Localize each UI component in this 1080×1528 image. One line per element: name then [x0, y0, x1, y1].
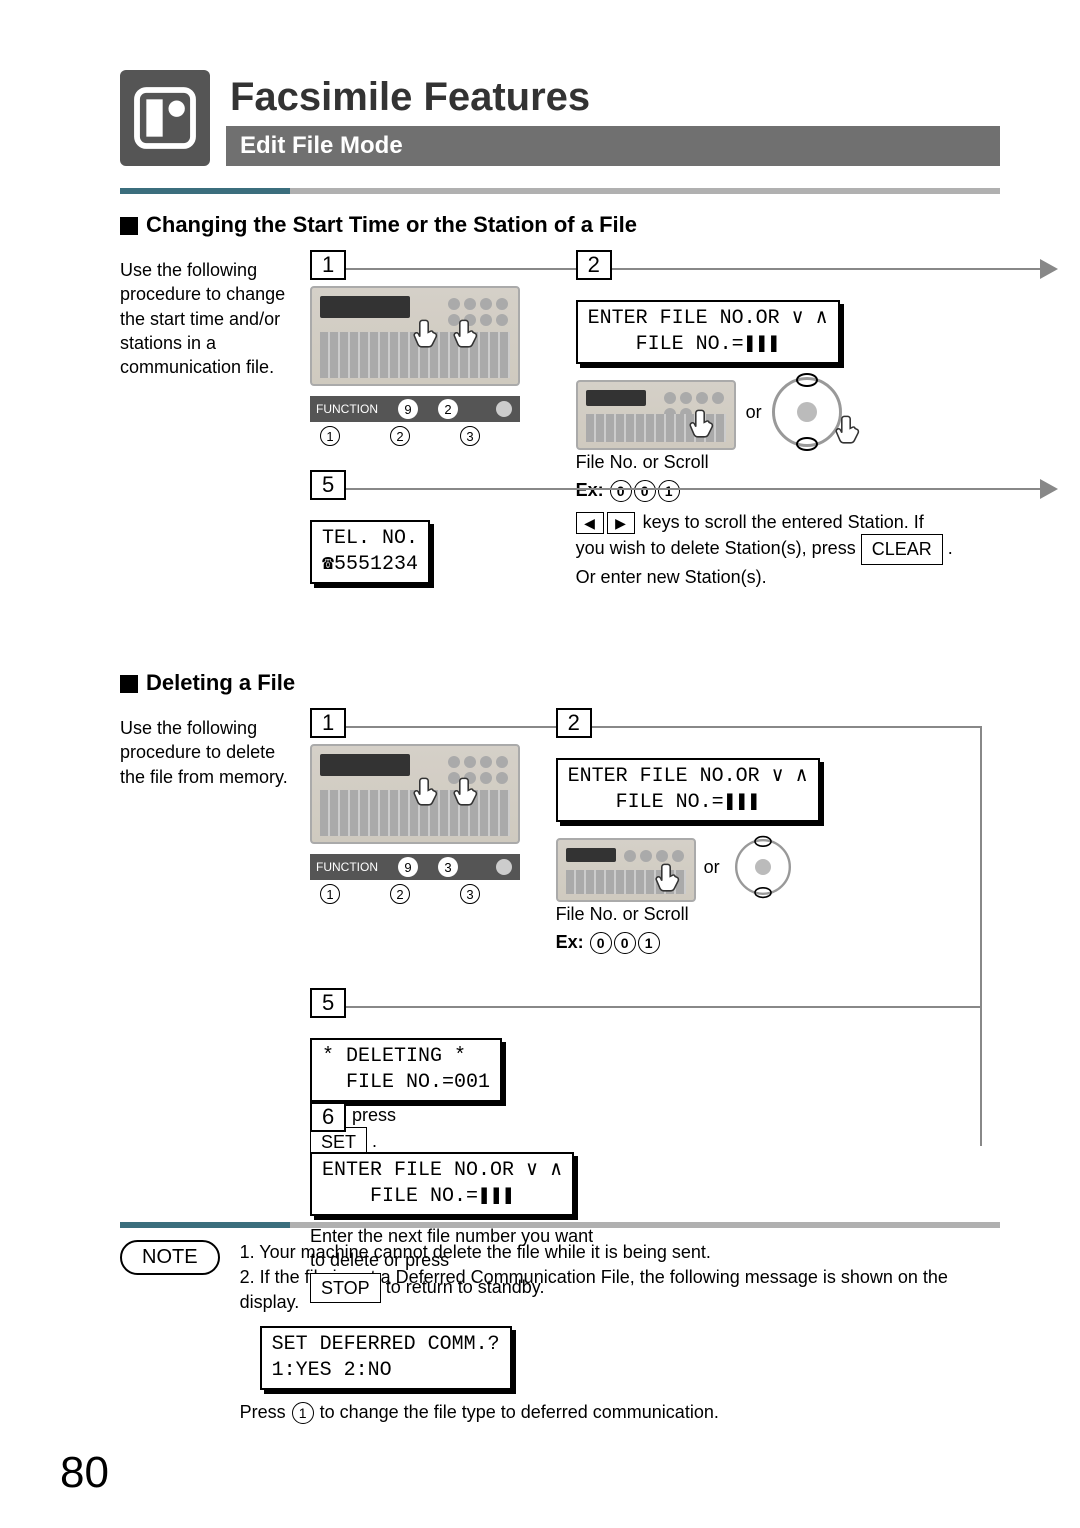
- note-label: NOTE: [120, 1240, 220, 1275]
- step-number: 1: [310, 250, 346, 280]
- step-number: 5: [310, 988, 346, 1018]
- dpad-icon: [735, 839, 791, 895]
- clear-key: CLEAR: [861, 534, 943, 564]
- device-illustration: [310, 286, 520, 386]
- right-key-icon: ▶: [607, 512, 635, 534]
- stop-key: STOP: [310, 1273, 381, 1303]
- section-b-heading: Deleting a File: [120, 670, 1000, 696]
- step-number: 6: [310, 1102, 346, 1132]
- device-illustration: [310, 744, 520, 844]
- step-caption: File No. or Scroll: [556, 902, 826, 926]
- step-number: 2: [576, 250, 612, 280]
- lcd-display: ENTER FILE NO.OR ∨ ∧ FILE NO.=❚❚❚: [556, 758, 820, 822]
- example-line: Ex: 001: [556, 932, 826, 954]
- section-a-heading: Changing the Start Time or the Station o…: [120, 212, 1000, 238]
- lcd-display: TEL. NO. ☎5551234: [310, 520, 430, 584]
- step-number: 5: [310, 470, 346, 500]
- device-illustration: [556, 838, 696, 902]
- lcd-display: * DELETING * FILE NO.=001: [310, 1038, 502, 1102]
- lcd-display: ENTER FILE NO.OR ∨ ∧ FILE NO.=❚❚❚: [310, 1152, 574, 1216]
- page-number: 80: [60, 1448, 109, 1498]
- function-strip: FUNCTION 9 3: [310, 854, 520, 880]
- note-item: Press 1 to change the file type to defer…: [240, 1400, 1000, 1425]
- section-a-description: Use the following procedure to change th…: [120, 250, 290, 379]
- section-logo: [120, 70, 210, 166]
- step-number: 2: [556, 708, 592, 738]
- section-b-description: Use the following procedure to delete th…: [120, 708, 290, 789]
- lcd-display: ENTER FILE NO.OR ∨ ∧ FILE NO.=❚❚❚: [576, 300, 840, 364]
- page-subtitle: Edit File Mode: [226, 126, 1000, 166]
- step-number: 1: [310, 708, 346, 738]
- step-enum: 123: [310, 426, 540, 446]
- lcd-display: SET DEFERRED COMM.? 1:YES 2:NO: [260, 1326, 512, 1390]
- device-illustration: [576, 380, 736, 450]
- function-strip: FUNCTION 9 2: [310, 396, 520, 422]
- left-key-icon: ◀: [576, 512, 604, 534]
- page-title: Facsimile Features: [230, 75, 1000, 120]
- dpad-icon: [772, 377, 842, 447]
- divider-rule: [120, 188, 1000, 194]
- step-enum: 123: [310, 884, 520, 904]
